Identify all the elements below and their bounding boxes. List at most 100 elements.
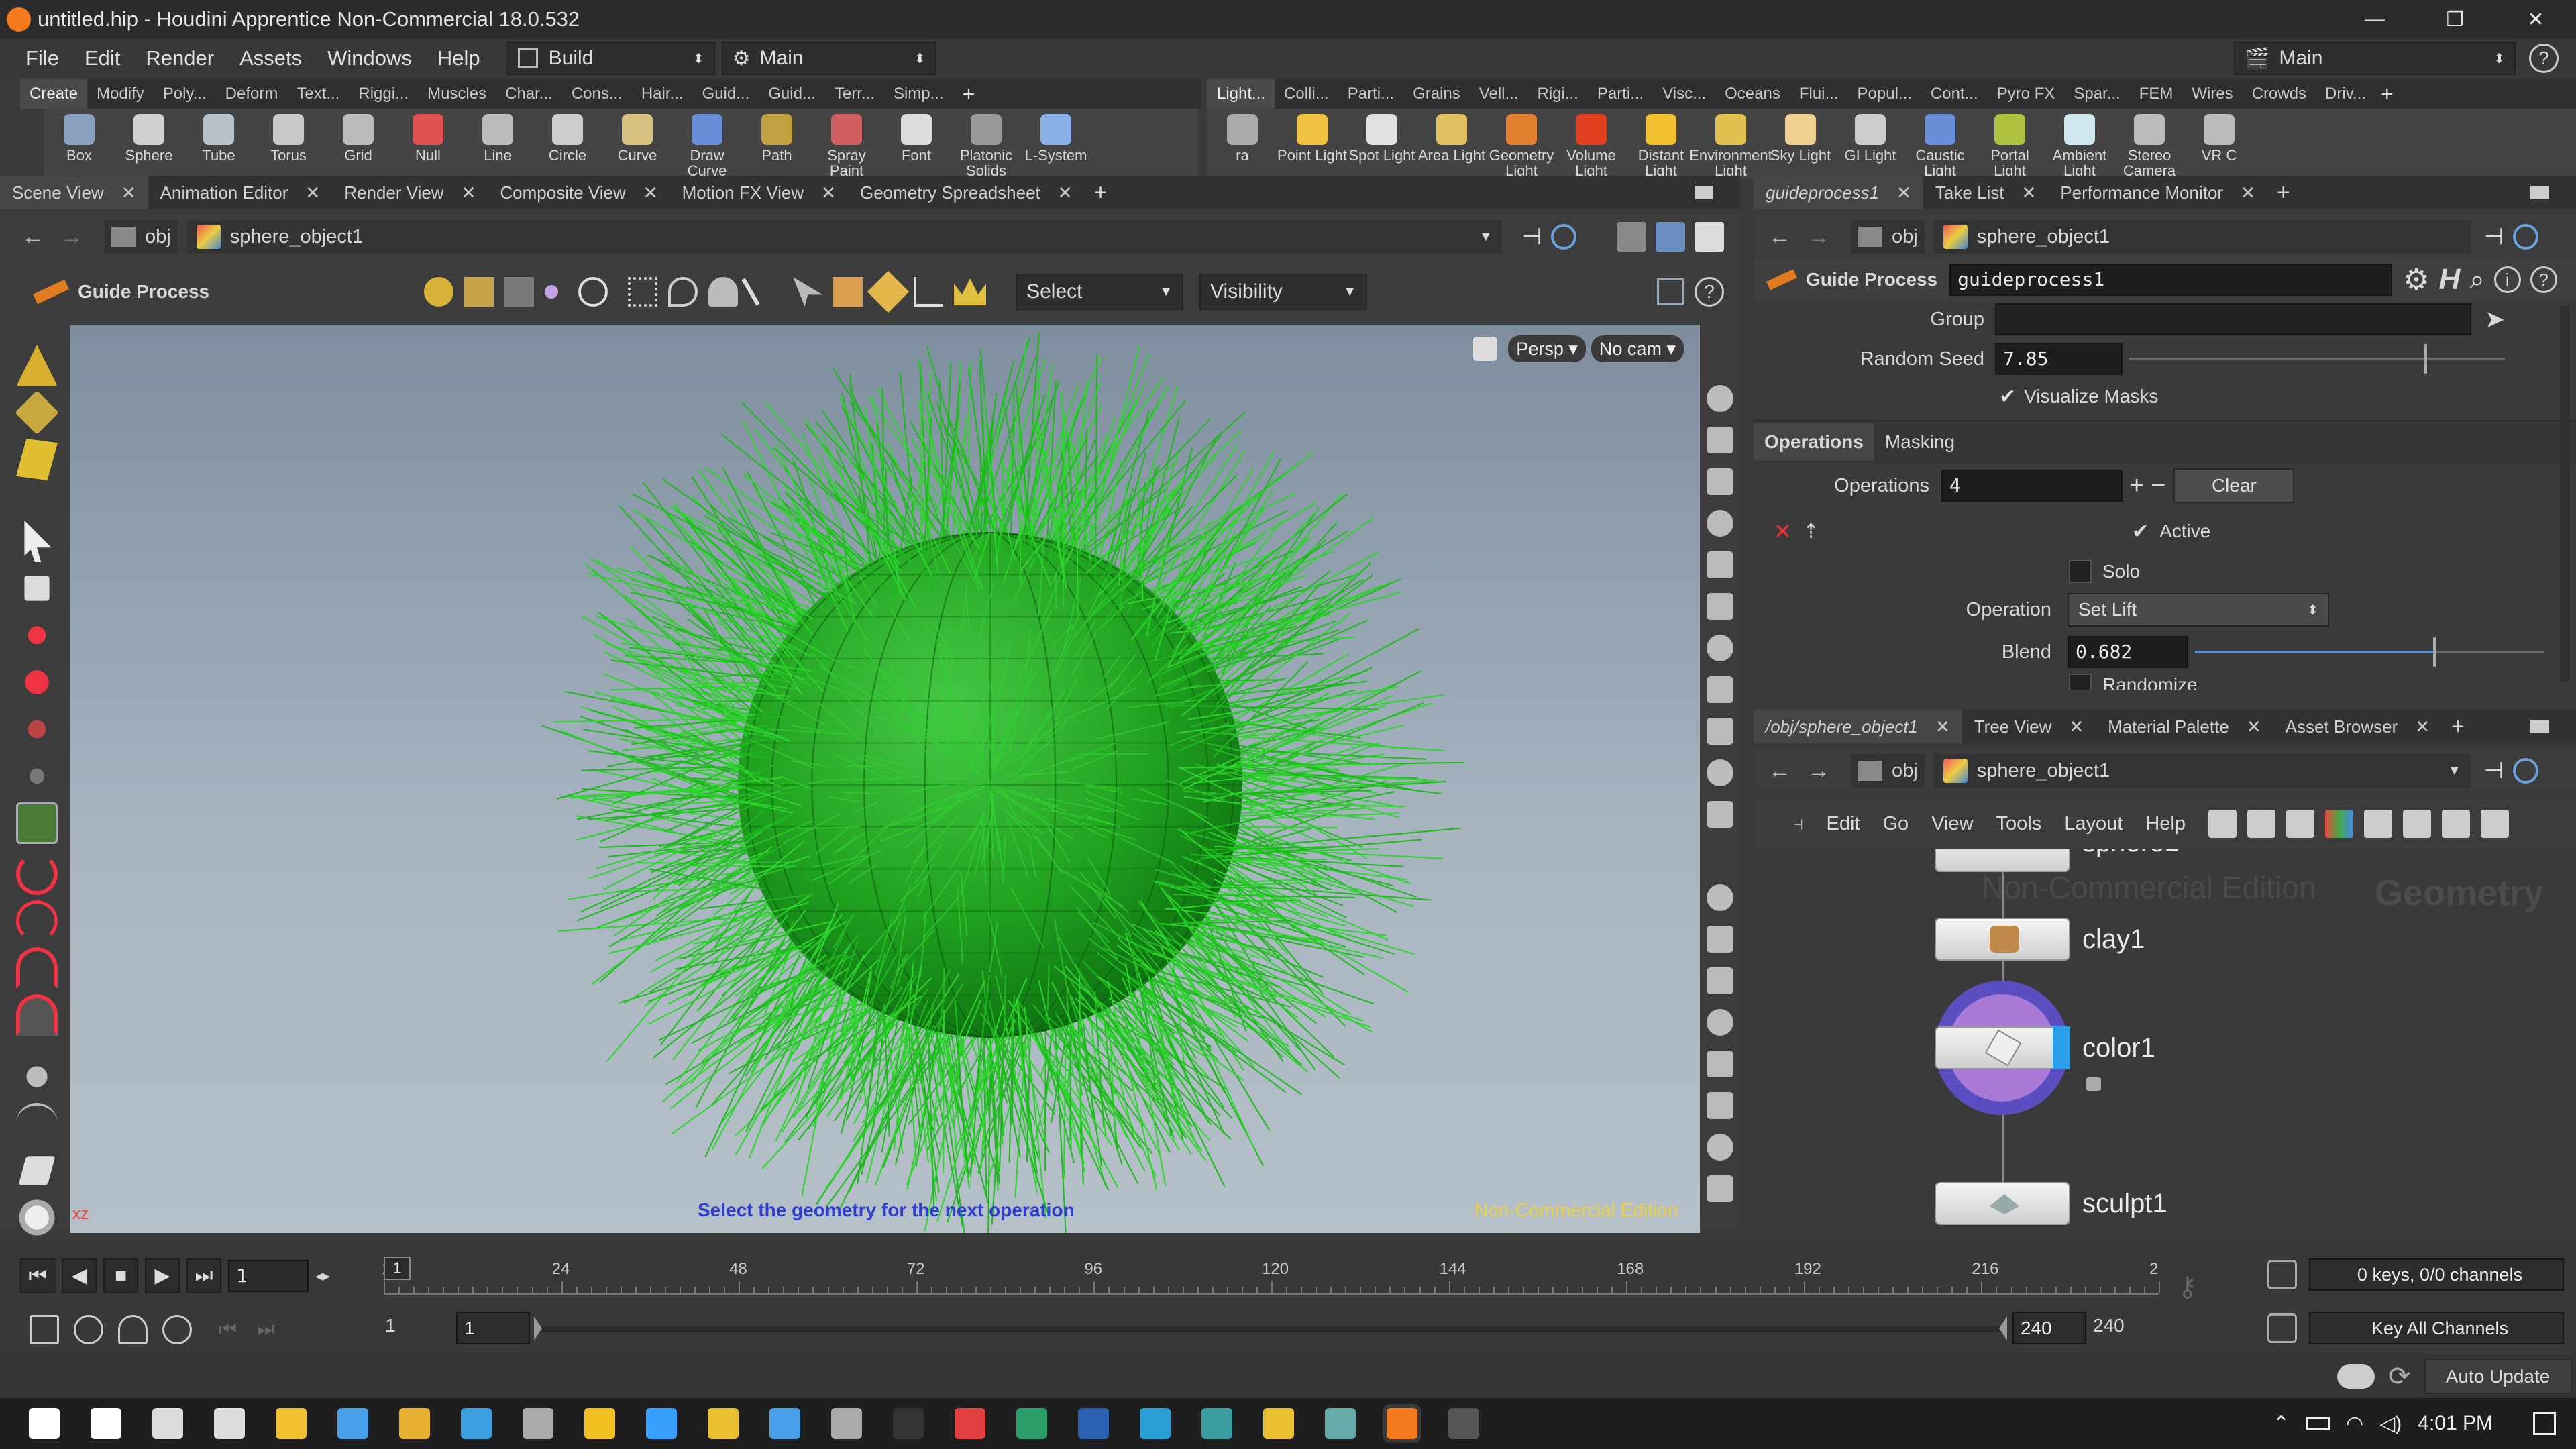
volume-icon[interactable]: ◁) (2379, 1412, 2402, 1436)
build-desktop-dropdown[interactable]: Build ⬍ (506, 42, 715, 75)
shelf-tab-13[interactable]: Simp... (884, 79, 953, 109)
lighting-icon[interactable] (1707, 551, 1733, 578)
key-all-icon[interactable] (2267, 1313, 2297, 1343)
close-tab-icon[interactable]: ✕ (462, 182, 476, 203)
param-help-icon[interactable]: ? (2530, 266, 2557, 293)
param-tab-guideprocess1[interactable]: guideprocess1 ✕ (1754, 176, 1923, 209)
param-tab-performance-monitor[interactable]: Performance Monitor ✕ (2048, 176, 2267, 209)
hda-icon[interactable]: H (2439, 263, 2461, 297)
menu-render[interactable]: Render (146, 46, 214, 70)
current-frame-marker[interactable]: 1 (384, 1257, 411, 1280)
light-tool-ambient-light-button[interactable]: Ambient Light (2045, 109, 2114, 178)
magnet-snap-icon[interactable] (16, 947, 58, 989)
app-icon[interactable] (646, 1408, 677, 1439)
network-menu-edit[interactable]: Edit (1827, 813, 1860, 835)
param-scrollbar[interactable] (2560, 306, 2569, 682)
light-tool-spot-light-button[interactable]: Spot Light (1347, 109, 1417, 178)
tool-null-button[interactable]: Null (393, 109, 463, 178)
lock-camera-icon[interactable] (1473, 337, 1498, 361)
task-view-icon[interactable] (152, 1408, 183, 1439)
select-whole-icon[interactable] (833, 277, 863, 307)
shelf-tab-right-15[interactable]: Wires (2182, 79, 2242, 109)
refresh-icon[interactable]: ⟳ (2388, 1361, 2411, 1392)
maximize-button[interactable]: ❐ (2415, 8, 2496, 32)
shelf-tab-right-6[interactable]: Parti... (1588, 79, 1653, 109)
network-path-obj[interactable]: obj (1851, 754, 1925, 788)
close-tab-icon[interactable]: ✕ (2069, 716, 2084, 737)
scope-icon[interactable] (2267, 1260, 2297, 1289)
network-menu-view[interactable]: View (1931, 813, 1973, 835)
back-arrow-icon[interactable]: ← (1767, 224, 1792, 250)
background-image-icon[interactable] (2480, 810, 2509, 838)
current-frame-field[interactable]: 1 (228, 1260, 309, 1292)
tree-icon[interactable] (2247, 810, 2275, 838)
tab-masking[interactable]: Masking (1874, 423, 1966, 461)
menu-edit[interactable]: Edit (85, 46, 120, 70)
menu-file[interactable]: File (25, 46, 59, 70)
frame-12-icon[interactable] (1707, 967, 1733, 994)
close-button[interactable]: ✕ (2496, 8, 2576, 32)
viewer-help-icon[interactable]: ? (1695, 277, 1724, 307)
range-start-field[interactable]: 1 (385, 1315, 396, 1336)
pen-icon[interactable] (1707, 926, 1733, 953)
explorer-icon[interactable] (276, 1408, 307, 1439)
main-desktop-dropdown[interactable]: ⚙ Main ⬍ (721, 42, 936, 75)
shelf-tab-7[interactable]: Char... (496, 79, 562, 109)
range-end-field[interactable]: 240 (2093, 1315, 2125, 1336)
light-tool-volume-light-button[interactable]: Volume Light (1556, 109, 1626, 178)
tab-render-view[interactable]: Render View ✕ (332, 176, 488, 209)
close-tab-icon[interactable]: ✕ (1935, 716, 1950, 737)
shelf-tab-right-17[interactable]: Driv... (2316, 79, 2375, 109)
ghost-icon[interactable] (1707, 510, 1733, 537)
add-tab-icon[interactable]: + (2451, 714, 2465, 740)
app-icon[interactable] (399, 1408, 430, 1439)
chrome-icon[interactable] (1263, 1408, 1294, 1439)
close-tab-icon[interactable]: ✕ (1896, 182, 1911, 203)
lasso-icon[interactable] (16, 900, 58, 942)
houdini-icon[interactable] (1387, 1408, 1417, 1439)
shelf-tab-1[interactable]: Modify (87, 79, 154, 109)
select-magic-icon[interactable] (914, 277, 944, 307)
tool-sphere-button[interactable]: Sphere (114, 109, 184, 178)
pane-menu-icon[interactable] (1695, 186, 1713, 199)
path-obj[interactable]: obj (105, 220, 178, 254)
menu-windows[interactable]: Windows (327, 46, 412, 70)
param-tab-take-list[interactable]: Take List ✕ (1923, 176, 2048, 209)
pointer-arrow-icon[interactable] (24, 521, 52, 562)
close-tab-icon[interactable]: ✕ (2022, 182, 2037, 203)
light-tool-caustic-light-button[interactable]: Caustic Light (1905, 109, 1975, 178)
sticky-notes-icon[interactable] (584, 1408, 615, 1439)
shelf-tab-right-5[interactable]: Rigi... (1527, 79, 1587, 109)
object-view-icon[interactable] (1656, 222, 1686, 252)
slider-handle[interactable] (2424, 344, 2427, 374)
shelf-tab-right-3[interactable]: Grains (1403, 79, 1470, 109)
list-icon[interactable] (2286, 810, 2314, 838)
link-icon[interactable] (1551, 224, 1577, 250)
pane-menu-icon[interactable] (2530, 720, 2549, 733)
light-tool-point-light-button[interactable]: Point Light (1277, 109, 1347, 178)
app-icon[interactable] (523, 1408, 553, 1439)
node-graph-icon[interactable] (1707, 1134, 1733, 1161)
light-tool-gi-light-button[interactable]: GI Light (1835, 109, 1905, 178)
menu-assets[interactable]: Assets (239, 46, 302, 70)
light-tool-ra-button[interactable]: ra (1208, 109, 1277, 178)
light-tool-environment-light-button[interactable]: Environment Light (1689, 109, 1772, 178)
magnet-active-icon[interactable] (16, 994, 58, 1036)
close-tab-icon[interactable]: ✕ (643, 182, 658, 203)
laser-select-icon[interactable] (741, 278, 760, 306)
tool-line-button[interactable]: Line (463, 109, 533, 178)
forward-arrow-icon[interactable]: → (1806, 758, 1831, 784)
sync-icon[interactable] (162, 1315, 192, 1344)
tool-path-button[interactable]: Path (742, 109, 812, 178)
audio-icon[interactable] (74, 1315, 103, 1344)
app-icon[interactable] (1201, 1408, 1232, 1439)
scale-tool-icon[interactable] (16, 708, 58, 750)
minimize-button[interactable]: — (2334, 8, 2415, 31)
tray-chevron-icon[interactable]: ⌃ (2273, 1412, 2290, 1436)
tool-options-icon[interactable] (1657, 278, 1684, 305)
play-button[interactable]: ▶ (145, 1258, 180, 1293)
app-icon[interactable] (1325, 1408, 1356, 1439)
select-dropdown[interactable]: Select ▼ (1016, 274, 1184, 310)
dot-icon[interactable] (1707, 843, 1733, 869)
view-tool-icon[interactable] (16, 1056, 58, 1097)
